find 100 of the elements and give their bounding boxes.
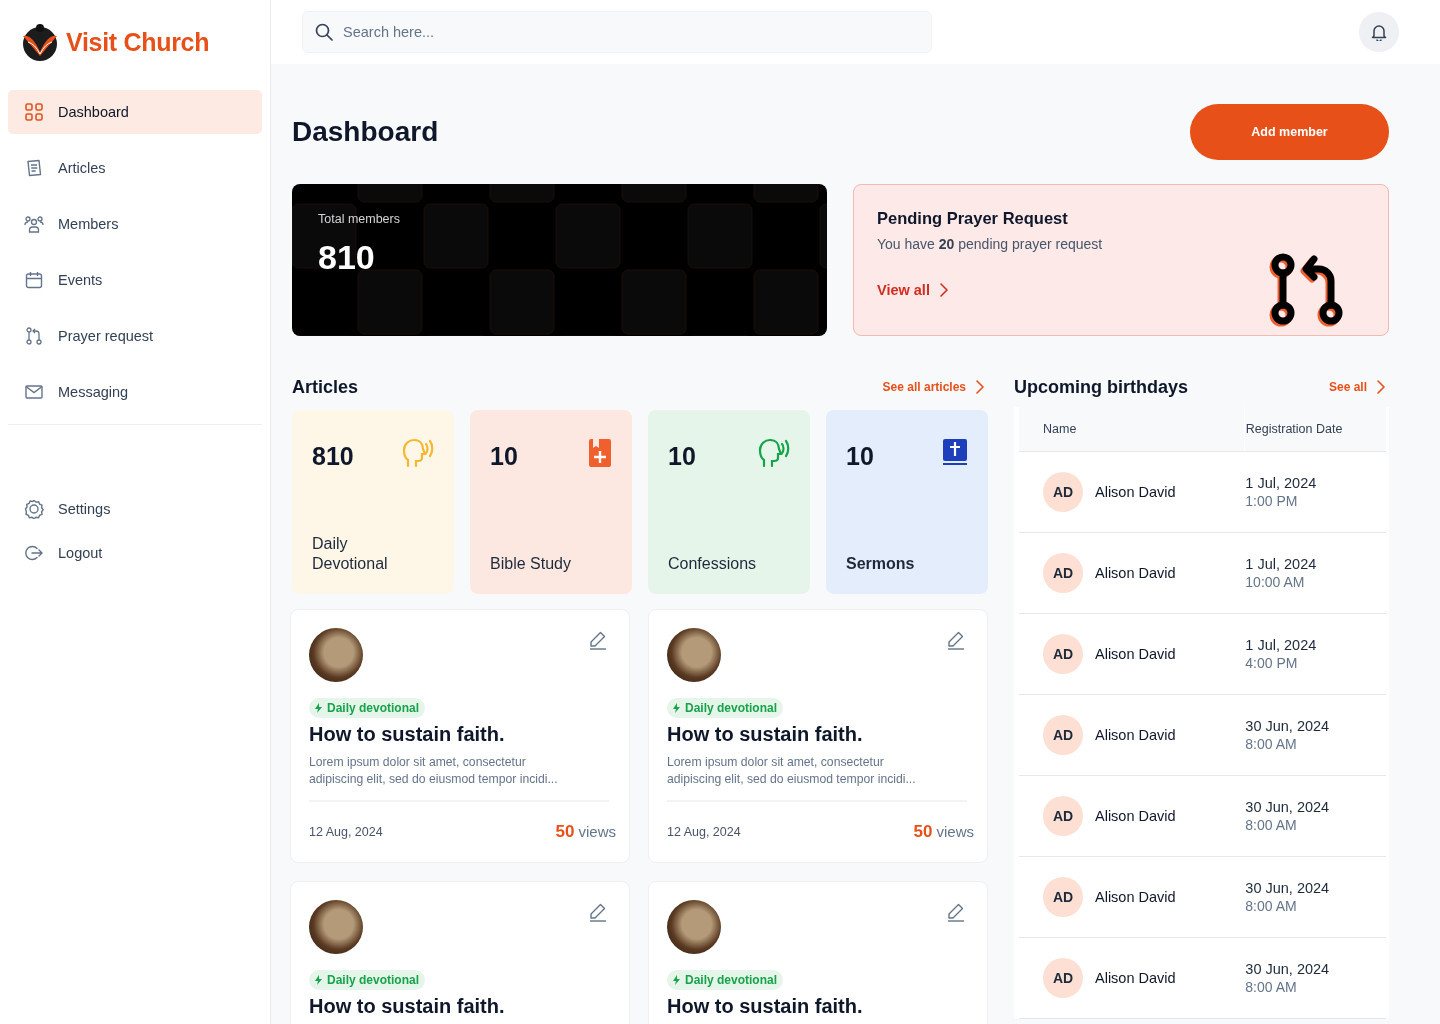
article-card[interactable]: Daily devotional How to sustain faith. <box>648 881 988 1024</box>
calendar-icon <box>24 271 44 289</box>
avatar-initials: AD <box>1043 633 1083 674</box>
sidebar-item[interactable]: Dashboard <box>8 90 262 134</box>
lightning-icon <box>315 975 322 985</box>
grid-icon <box>24 103 44 121</box>
category-tag: Daily devotional <box>667 698 784 718</box>
column-header: Registration Date <box>1245 421 1343 436</box>
lightning-icon <box>673 975 680 985</box>
article-excerpt: Lorem ipsum dolor sit amet, consectetur adipiscing elit, sed do eiusmod tempor incidi... <box>667 754 967 802</box>
logout-icon <box>24 544 44 562</box>
column-header: Name <box>1043 421 1077 436</box>
sidebar-item[interactable]: Settings <box>8 487 262 531</box>
total-members-value: 810 <box>318 238 375 277</box>
registration-time: 8:00 AM <box>1245 978 1298 995</box>
views-count: 50 <box>913 822 933 842</box>
notification-button[interactable] <box>1359 12 1399 52</box>
member-name: Alison David <box>1095 888 1176 905</box>
article-stat-card[interactable]: 10 Sermons <box>826 410 988 594</box>
member-name: Alison David <box>1095 969 1176 986</box>
stat-label: Confessions <box>668 554 758 574</box>
article-stat-card[interactable]: 10 Confessions <box>648 410 810 594</box>
prayer-card-title: Pending Prayer Request <box>877 209 1068 228</box>
views-count: 50 <box>555 822 575 842</box>
registration-time: 1:00 PM <box>1245 492 1299 509</box>
lightning-icon <box>673 703 680 713</box>
photo-placeholder <box>667 900 721 954</box>
article-card[interactable]: Daily devotional How to sustain faith. Lorem ipsum dolor sit amet, consectetur adipiscing elit, sed do eiusmod tempor incidi... 12 Aug, 2024 50 views <box>290 609 630 863</box>
edit-icon[interactable] <box>588 630 608 650</box>
category-tag: Daily devotional <box>309 698 426 718</box>
stat-value: 810 <box>312 442 354 471</box>
stat-label: Sermons <box>846 554 916 574</box>
total-members-label: Total members <box>318 212 401 226</box>
member-name: Alison David <box>1095 807 1176 824</box>
speaking-head-icon <box>402 438 434 468</box>
people-icon <box>24 215 44 233</box>
views-label: views <box>578 823 616 840</box>
section-title: Articles <box>292 376 359 398</box>
article-stat-card[interactable]: 810 Daily Devotional <box>292 410 454 594</box>
sidebar-item[interactable]: Prayer request <box>8 314 262 358</box>
article-title: How to sustain faith. <box>667 723 863 746</box>
envelope-icon <box>24 384 44 400</box>
book-cross-icon <box>588 438 612 468</box>
article-card[interactable]: Daily devotional How to sustain faith. Lorem ipsum dolor sit amet, consectetur adipiscing elit, sed do eiusmod tempor incidi... 12 Aug, 2024 50 views <box>648 609 988 863</box>
sidebar-item[interactable]: Events <box>8 258 262 302</box>
article-date: 12 Aug, 2024 <box>309 825 383 839</box>
speaking-head-icon <box>758 438 790 468</box>
registration-time: 8:00 AM <box>1245 897 1298 914</box>
registration-date: 1 Jul, 2024 <box>1245 474 1318 491</box>
lightning-icon <box>315 703 322 713</box>
registration-date: 30 Jun, 2024 <box>1245 717 1331 734</box>
category-tag: Daily devotional <box>667 970 784 990</box>
see-all-articles-link[interactable]: See all articles <box>882 380 984 394</box>
photo-placeholder <box>667 628 721 682</box>
view-all-link[interactable]: View all <box>877 282 948 298</box>
registration-date: 1 Jul, 2024 <box>1245 555 1318 572</box>
see-all-link[interactable]: See all <box>1328 380 1385 394</box>
search-field[interactable]: Search here... <box>302 11 932 53</box>
member-name: Alison David <box>1095 564 1176 581</box>
member-name: Alison David <box>1095 483 1176 500</box>
edit-icon[interactable] <box>588 902 608 922</box>
article-stat-card[interactable]: 10 Bible Study <box>470 410 632 594</box>
page-title: Dashboard <box>292 116 439 148</box>
registration-date: 30 Jun, 2024 <box>1245 879 1331 896</box>
registration-time: 10:00 AM <box>1245 573 1306 590</box>
member-name: Alison David <box>1095 645 1176 662</box>
stat-value: 10 <box>490 442 518 471</box>
chevron-right-icon <box>976 380 984 394</box>
add-member-button[interactable]: Add member <box>1190 104 1389 160</box>
sidebar-item[interactable]: Members <box>8 202 262 246</box>
avatar-initials: AD <box>1043 552 1083 593</box>
stat-label: Daily Devotional <box>312 534 389 574</box>
registration-date: 30 Jun, 2024 <box>1245 960 1331 977</box>
article-title: How to sustain faith. <box>309 995 505 1018</box>
edit-icon[interactable] <box>946 902 966 922</box>
article-title: How to sustain faith. <box>309 723 505 746</box>
bell-icon <box>1371 23 1387 41</box>
article-title: How to sustain faith. <box>667 995 863 1018</box>
article-card[interactable]: Daily devotional How to sustain faith. <box>290 881 630 1024</box>
avatar-initials: AD <box>1043 957 1083 998</box>
logo-icon <box>20 22 60 62</box>
category-tag: Daily devotional <box>309 970 426 990</box>
avatar-initials: AD <box>1043 714 1083 755</box>
sidebar-item[interactable]: Messaging <box>8 370 262 414</box>
member-name: Alison David <box>1095 726 1176 743</box>
sidebar-item[interactable]: Logout <box>8 531 262 575</box>
registration-time: 8:00 AM <box>1245 735 1298 752</box>
stat-value: 10 <box>846 442 874 471</box>
settings-icon <box>24 499 44 519</box>
registration-time: 8:00 AM <box>1245 816 1298 833</box>
edit-icon[interactable] <box>946 630 966 650</box>
avatar-initials: AD <box>1043 471 1083 512</box>
prayer-card-text: You have 20 pending prayer request <box>877 236 1103 252</box>
article-date: 12 Aug, 2024 <box>667 825 741 839</box>
sidebar-item[interactable]: Articles <box>8 146 262 190</box>
section-title: Upcoming birthdays <box>1014 376 1188 398</box>
stat-value: 10 <box>668 442 696 471</box>
document-icon <box>24 159 44 177</box>
chevron-right-icon <box>1377 380 1385 394</box>
registration-time: 4:00 PM <box>1245 654 1299 671</box>
